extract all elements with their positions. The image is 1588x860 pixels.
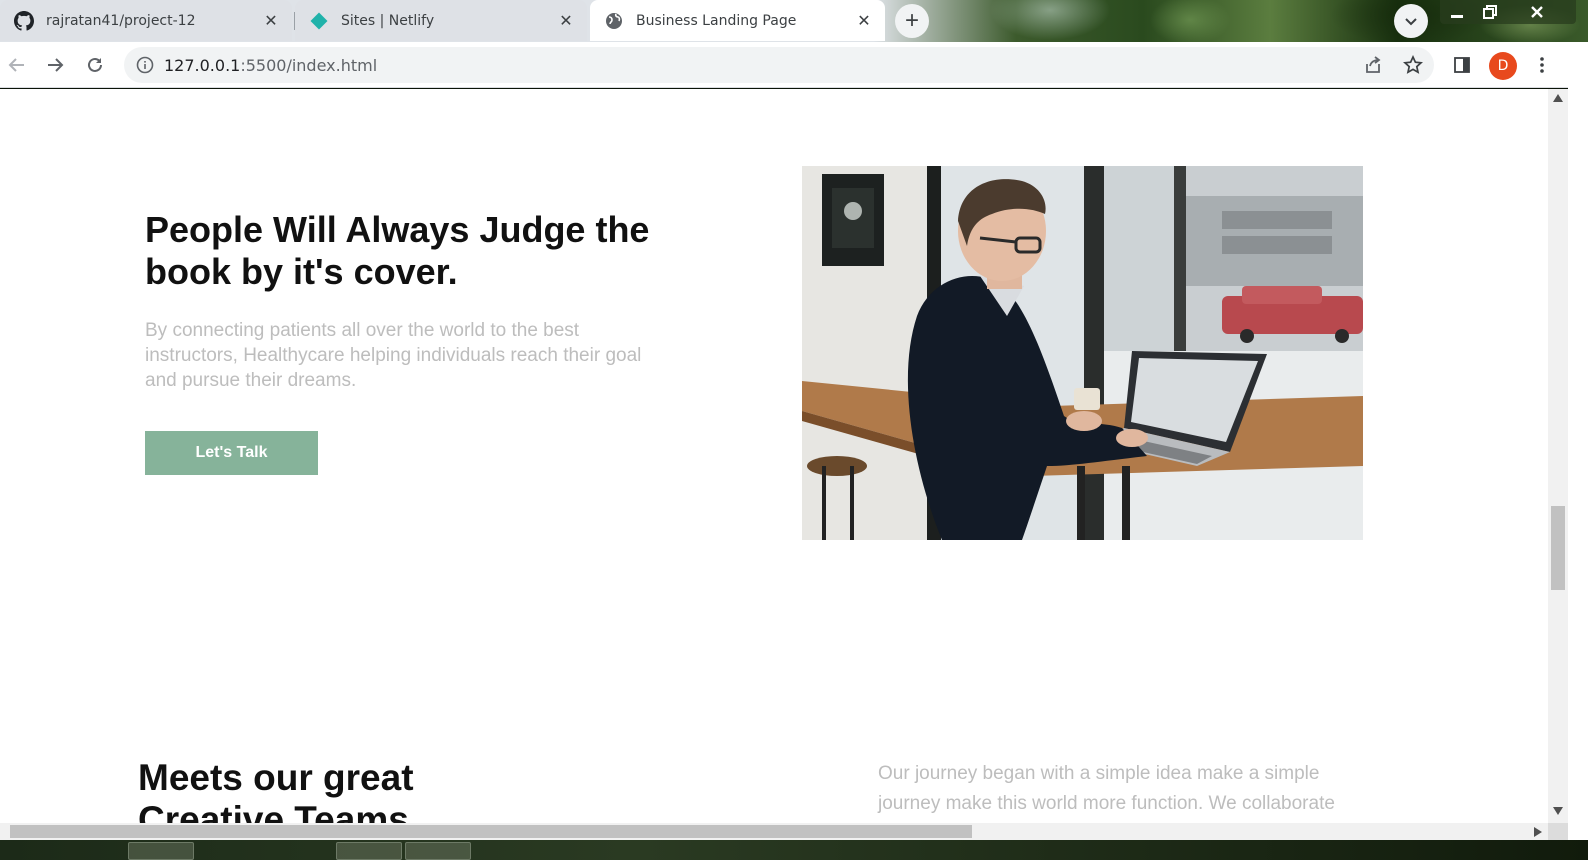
github-icon xyxy=(14,10,34,31)
minimize-button[interactable] xyxy=(1440,0,1474,24)
hero-description: By connecting patients all over the worl… xyxy=(145,320,642,391)
plus-icon: + xyxy=(904,7,919,34)
tab-title: Sites | Netlify xyxy=(341,12,435,29)
forward-button[interactable] xyxy=(40,50,70,80)
scroll-up-arrow-icon[interactable] xyxy=(1553,94,1563,102)
taskbar-item[interactable] xyxy=(405,842,471,860)
profile-avatar[interactable]: D xyxy=(1489,52,1517,80)
tab-github[interactable]: rajratan41/project-12 ✕ xyxy=(0,0,292,41)
man-working-on-laptop-illustration xyxy=(802,166,1363,540)
close-icon[interactable]: ✕ xyxy=(262,11,280,30)
taskbar-item[interactable] xyxy=(128,842,194,860)
teams-title: Meets our great Creative Teams xyxy=(138,757,414,823)
vertical-scroll-thumb[interactable] xyxy=(1551,506,1565,590)
hero-image xyxy=(802,166,1363,540)
window-right-edge xyxy=(1568,42,1588,840)
tab-netlify[interactable]: Sites | Netlify ✕ xyxy=(295,0,587,41)
url-host: 127.0.0.1 xyxy=(164,55,241,75)
close-window-button[interactable] xyxy=(1520,0,1554,24)
share-icon[interactable] xyxy=(1361,53,1385,77)
teams-description: Our journey began with a simple idea mak… xyxy=(878,763,1335,814)
arrow-right-icon xyxy=(48,58,64,72)
minimize-icon xyxy=(1451,15,1463,18)
os-taskbar xyxy=(0,840,1588,860)
info-icon[interactable] xyxy=(136,56,154,74)
menu-kebab-icon[interactable] xyxy=(1527,50,1557,80)
reload-icon xyxy=(88,57,102,72)
close-icon[interactable]: ✕ xyxy=(557,11,575,30)
page-viewport: People Will Always Judge the book by it'… xyxy=(0,89,1548,823)
tab-separator xyxy=(294,12,295,30)
scrollbar-corner xyxy=(1548,823,1568,840)
back-button[interactable] xyxy=(2,50,32,80)
restore-icon xyxy=(1483,5,1497,19)
scroll-down-arrow-icon[interactable] xyxy=(1553,807,1563,815)
netlify-icon xyxy=(309,11,329,31)
tab-search-button[interactable] xyxy=(1394,4,1428,38)
url-path: :5500/index.html xyxy=(240,55,378,75)
arrow-left-icon xyxy=(8,58,24,72)
hero-title: People Will Always Judge the book by it'… xyxy=(145,209,650,292)
tab-title: Business Landing Page xyxy=(636,12,797,29)
tab-business-landing-page[interactable]: Business Landing Page ✕ xyxy=(590,0,885,41)
horizontal-scrollbar[interactable] xyxy=(0,823,1548,840)
side-panel-icon[interactable] xyxy=(1447,50,1477,80)
lets-talk-button[interactable]: Let's Talk xyxy=(145,431,318,475)
scroll-right-arrow-icon[interactable] xyxy=(1534,827,1542,837)
tab-title: rajratan41/project-12 xyxy=(46,12,196,29)
taskbar-item[interactable] xyxy=(336,842,402,860)
address-bar[interactable]: 127.0.0.1:5500/index.html xyxy=(124,47,1434,83)
reload-button[interactable] xyxy=(80,50,110,80)
vertical-scrollbar[interactable] xyxy=(1548,89,1568,823)
horizontal-scroll-thumb[interactable] xyxy=(10,825,972,838)
close-icon[interactable]: ✕ xyxy=(855,11,873,30)
url-text: 127.0.0.1:5500/index.html xyxy=(164,56,377,75)
restore-button[interactable] xyxy=(1473,0,1507,24)
browser-toolbar: 127.0.0.1:5500/index.html D xyxy=(0,42,1588,88)
globe-icon xyxy=(604,11,624,31)
close-icon xyxy=(1531,6,1543,18)
new-tab-button[interactable]: + xyxy=(895,4,929,38)
chevron-down-icon xyxy=(1405,18,1417,26)
bookmark-star-icon[interactable] xyxy=(1401,53,1425,77)
